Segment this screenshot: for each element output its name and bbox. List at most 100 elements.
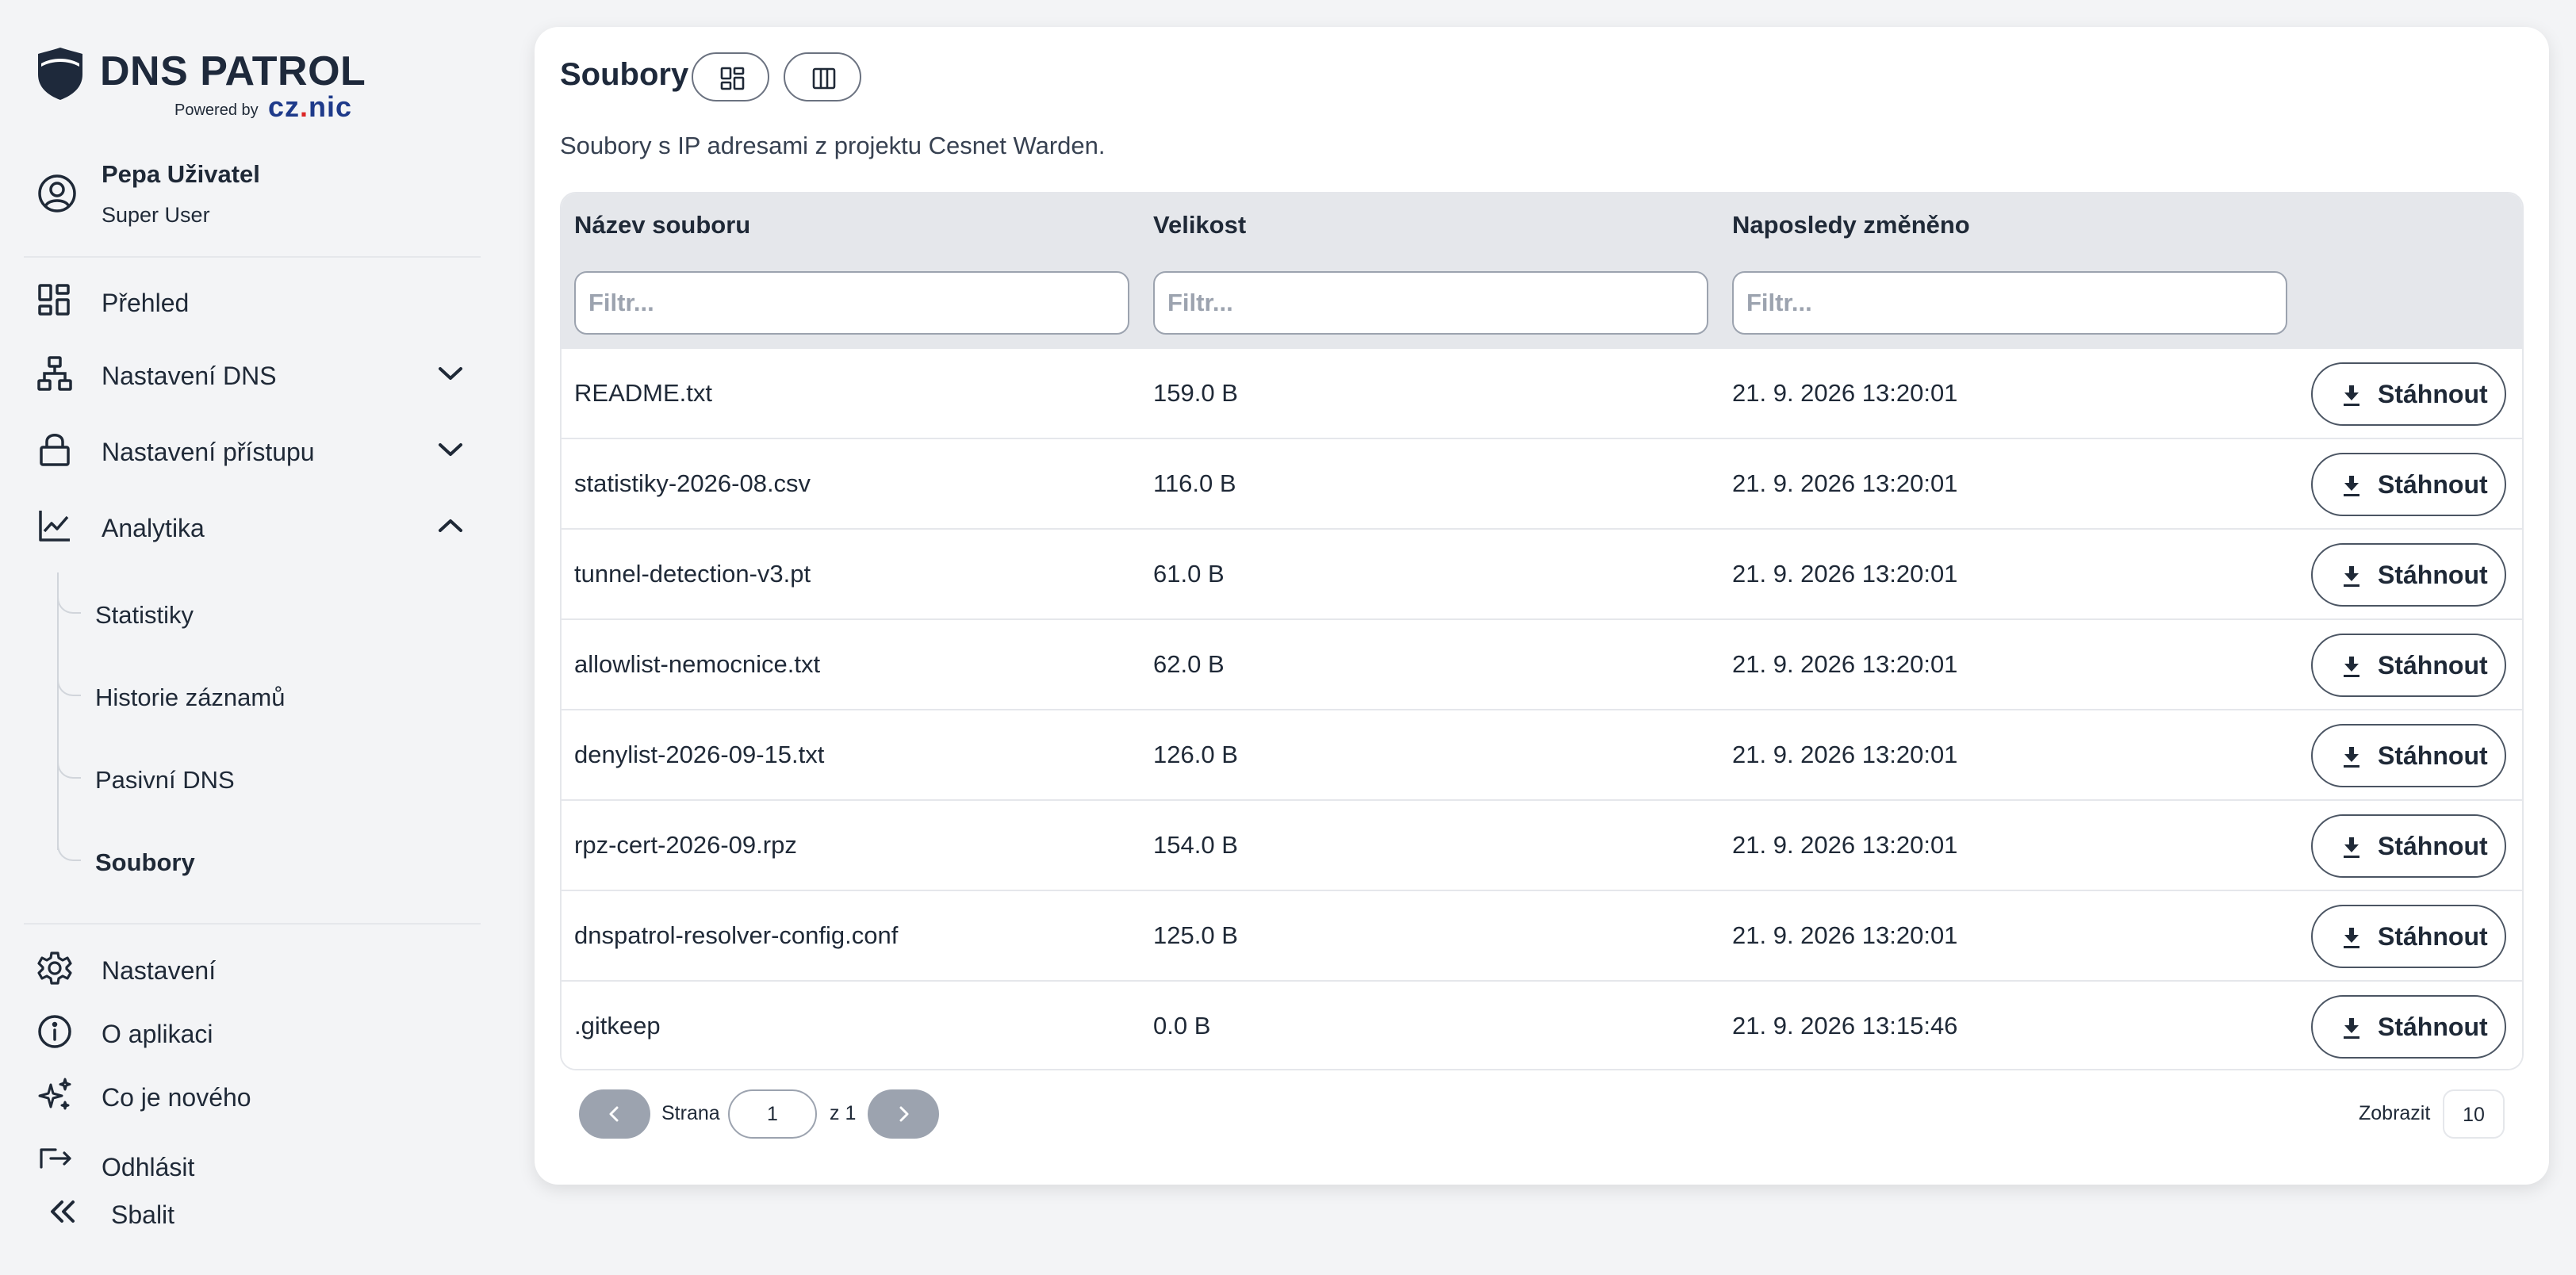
dashboard-icon [38,284,70,316]
chevron-down-icon[interactable] [436,362,465,385]
subnav-item-files[interactable]: Soubory [57,823,470,879]
page-size-value: 10 [2463,1104,2485,1126]
page-title: Soubory [560,57,689,92]
nav-label: Nastavení přístupu [102,438,315,466]
info-icon [38,1015,71,1048]
nav-item-analytics[interactable]: Analytika [36,503,481,550]
download-button[interactable]: Stáhnout [2311,905,2506,968]
files-table: Název souboru Velikost Naposledy změněno… [560,192,2524,1070]
page-size-select[interactable]: 10 [2443,1089,2505,1139]
cznic-logo: cz.nic [268,90,353,123]
nav-item-whats-new[interactable]: Co je nového [36,1072,481,1120]
subnav-label: Pasivní DNS [95,766,235,794]
nav-label: Odhlásit [102,1153,195,1181]
download-icon [2344,385,2359,406]
chevron-right-icon [899,1106,909,1122]
nav-label: Analytika [102,514,205,542]
dns-patrol-logo[interactable]: DNS PATROL Powered by cz.nic [36,44,370,124]
next-page-button[interactable] [868,1089,939,1139]
page-number-input[interactable] [728,1089,817,1139]
file-name: .gitkeep [574,1012,661,1040]
file-size: 0.0 B [1153,1012,1211,1040]
nav-item-about[interactable]: O aplikaci [36,1009,481,1056]
chevron-up-icon[interactable] [436,514,465,538]
nav-item-dns-settings[interactable]: Nastavení DNS [36,350,481,398]
download-button[interactable]: Stáhnout [2311,724,2506,787]
table-row: tunnel-detection-v3.pt 61.0 B 21. 9. 202… [562,528,2522,618]
download-button[interactable]: Stáhnout [2311,995,2506,1059]
file-name: statistiky-2026-08.csv [574,469,811,497]
logout-icon [40,1148,71,1169]
nav-item-overview[interactable]: Přehled [36,278,481,325]
subnav-label: Historie záznamů [95,683,286,711]
file-modified: 21. 9. 2026 13:20:01 [1732,831,1958,859]
download-icon [2344,837,2359,858]
download-icon [2344,657,2359,677]
user-role: Super User [102,203,210,227]
nav-label: O aplikaci [102,1020,213,1048]
column-header-size[interactable]: Velikost [1153,211,1246,239]
double-chevron-left-icon [51,1200,75,1223]
file-modified: 21. 9. 2026 13:20:01 [1732,650,1958,678]
file-size: 154.0 B [1153,831,1238,859]
network-icon [37,356,72,391]
page-label: Strana [661,1102,720,1124]
columns-view-button[interactable] [784,52,861,101]
download-icon [2344,566,2359,587]
subnav-item-history[interactable]: Historie záznamů [57,658,470,714]
subnav-label: Statistiky [95,601,194,629]
tree-connector [57,576,81,614]
files-card: Soubory Soubory s IP adresami z projektu… [535,27,2549,1185]
file-name: denylist-2026-09-15.txt [574,741,825,768]
file-size: 125.0 B [1153,921,1238,949]
file-size: 61.0 B [1153,560,1225,588]
file-modified: 21. 9. 2026 13:20:01 [1732,379,1958,407]
file-size: 116.0 B [1153,469,1236,497]
sidebar: DNS PATROL Powered by cz.nic Pepa Uživat… [0,0,508,1275]
nav-item-settings[interactable]: Nastavení [36,945,481,993]
file-name: rpz-cert-2026-09.rpz [574,831,797,859]
tree-connector [57,823,81,861]
download-button[interactable]: Stáhnout [2311,814,2506,878]
column-header-modified[interactable]: Naposledy změněno [1732,211,1970,239]
user-profile[interactable]: Pepa Uživatel Super User [36,152,481,239]
collapse-sidebar-button[interactable]: Sbalit [36,1189,481,1237]
download-icon [2344,476,2359,496]
sparkles-icon [38,1078,71,1110]
subnav-item-passive-dns[interactable]: Pasivní DNS [57,741,470,796]
gear-icon [37,951,72,985]
previous-page-button[interactable] [579,1089,650,1139]
column-header-name[interactable]: Název souboru [574,211,750,239]
download-button[interactable]: Stáhnout [2311,453,2506,516]
table-row: denylist-2026-09-15.txt 126.0 B 21. 9. 2… [562,709,2522,799]
filter-name-input[interactable] [574,271,1129,335]
filter-modified-input[interactable] [1732,271,2287,335]
powered-by-label: Powered by [174,101,259,119]
lock-icon [40,434,70,466]
chevron-down-icon[interactable] [436,438,465,461]
nav-item-logout[interactable]: Odhlásit [36,1142,481,1189]
sidebar-divider [24,256,481,258]
chevron-left-icon [609,1106,619,1122]
download-button[interactable]: Stáhnout [2311,634,2506,697]
subnav-item-statistics[interactable]: Statistiky [57,576,470,631]
table-row: statistiky-2026-08.csv 116.0 B 21. 9. 20… [562,438,2522,528]
file-size: 159.0 B [1153,379,1238,407]
tree-connector [57,658,81,696]
tree-connector [57,741,81,779]
dashboard-icon [720,67,745,90]
filter-size-input[interactable] [1153,271,1708,335]
download-button[interactable]: Stáhnout [2311,543,2506,607]
grid-view-button[interactable] [692,52,769,101]
nav-label: Sbalit [111,1200,175,1229]
download-button[interactable]: Stáhnout [2311,362,2506,426]
page-total-label: z 1 [830,1102,857,1124]
file-size: 62.0 B [1153,650,1225,678]
table-row: allowlist-nemocnice.txt 62.0 B 21. 9. 20… [562,618,2522,709]
user-name: Pepa Uživatel [102,160,260,188]
file-modified: 21. 9. 2026 13:20:01 [1732,741,1958,768]
download-icon [2344,928,2359,948]
nav-item-access-settings[interactable]: Nastavení přístupu [36,427,481,474]
columns-icon [812,67,836,90]
nav-label: Nastavení DNS [102,362,277,390]
